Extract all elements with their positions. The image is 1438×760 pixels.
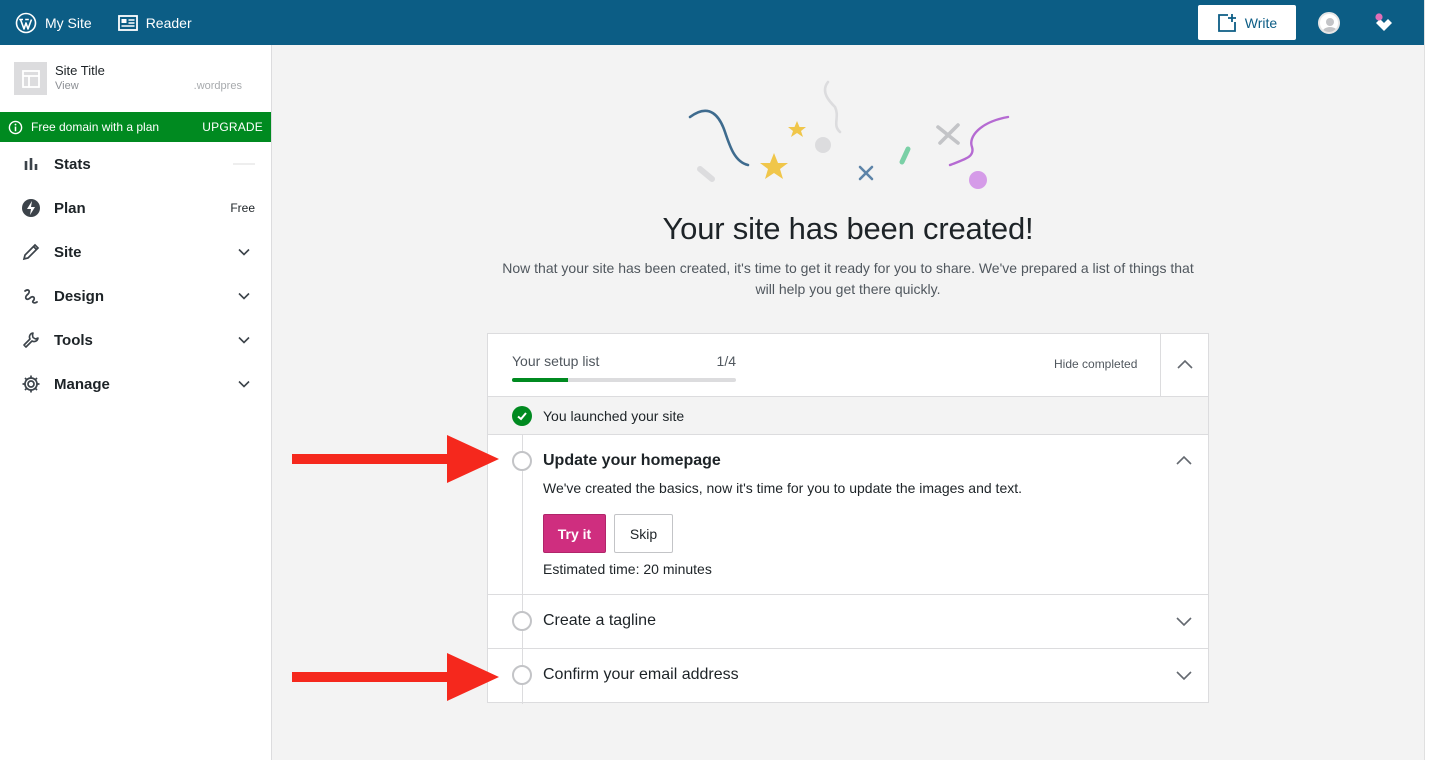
site-url: .wordpres — [193, 80, 242, 92]
task-title: Confirm your email address — [543, 666, 739, 683]
sidebar-item-label: Design — [54, 287, 105, 305]
chevron-down-icon — [235, 243, 253, 261]
plan-icon — [20, 197, 42, 219]
task-status-icon — [512, 611, 532, 631]
progress-summary: Your setup list 1/4 — [512, 353, 736, 382]
design-icon — [20, 285, 42, 307]
plan-badge: Free — [230, 201, 255, 215]
site-card[interactable]: Site Title View .wordpres — [0, 45, 271, 112]
info-icon — [8, 120, 23, 134]
sidebar-item-label: Manage — [54, 375, 110, 393]
progress-count: 1/4 — [716, 353, 736, 369]
sidebar-item-manage[interactable]: Manage — [0, 362, 271, 406]
masterbar: My Site Reader Write — [0, 0, 1424, 45]
sidebar-item-label: Tools — [54, 331, 93, 349]
progress-bar-fill — [512, 378, 568, 382]
chevron-down-icon — [1174, 665, 1194, 685]
write-label: Write — [1244, 14, 1278, 31]
annotation-arrow — [292, 435, 499, 483]
pencil-icon — [20, 241, 42, 263]
wrench-icon — [20, 329, 42, 351]
task-confirm-email[interactable]: Confirm your email address — [488, 649, 1208, 703]
reader-button[interactable]: Reader — [106, 0, 206, 45]
write-icon — [1217, 13, 1236, 32]
progress-bar — [512, 378, 736, 382]
skip-button[interactable]: Skip — [614, 514, 673, 553]
wordpress-logo-icon — [15, 12, 37, 33]
sidebar-item-plan[interactable]: Plan Free — [0, 186, 271, 230]
reader-icon — [117, 14, 138, 31]
chevron-down-icon — [235, 287, 253, 305]
sidebar-item-label: Plan — [54, 199, 86, 217]
task-create-tagline[interactable]: Create a tagline — [488, 595, 1208, 649]
try-it-button[interactable]: Try it — [543, 514, 606, 553]
page-subtitle: Now that your site has been created, it'… — [502, 260, 1194, 297]
annotation-arrow — [292, 653, 499, 701]
my-site-button[interactable]: My Site — [0, 0, 106, 45]
task-update-homepage: Update your homepage We've created the b… — [488, 435, 1208, 595]
site-icon — [14, 62, 47, 95]
collapse-checklist-button[interactable] — [1160, 334, 1208, 396]
sidebar-item-label: Site — [54, 243, 82, 261]
hide-completed-button[interactable]: Hide completed — [1054, 357, 1137, 371]
task-status-icon — [512, 665, 532, 685]
completed-task-label: You launched your site — [543, 407, 685, 424]
task-status-icon — [512, 451, 532, 471]
setup-checklist: Your setup list 1/4 Hide completed You l… — [487, 333, 1209, 704]
user-avatar-icon[interactable] — [1318, 11, 1340, 34]
site-view-link[interactable]: View — [55, 79, 79, 93]
upgrade-link[interactable]: UPGRADE — [202, 120, 263, 134]
sidebar-item-design[interactable]: Design — [0, 274, 271, 318]
chevron-down-icon — [1174, 611, 1194, 631]
confetti-illustration — [688, 80, 1010, 189]
task-title[interactable]: Update your homepage — [543, 452, 721, 470]
chevron-down-icon — [235, 331, 253, 349]
site-title: Site Title — [55, 63, 105, 78]
chevron-up-icon — [1176, 359, 1193, 369]
reader-label: Reader — [145, 14, 192, 31]
task-title: Create a tagline — [543, 612, 656, 629]
chevron-up-icon[interactable] — [1174, 451, 1194, 471]
stats-sparkline — [233, 163, 255, 165]
checklist-header: Your setup list 1/4 Hide completed — [488, 334, 1208, 397]
free-domain-text: Free domain with a plan — [31, 120, 160, 134]
sidebar-item-tools[interactable]: Tools — [0, 318, 271, 362]
sidebar: Site Title View .wordpres Free domain wi… — [0, 45, 272, 760]
completed-task-row[interactable]: You launched your site — [488, 397, 1208, 435]
my-site-label: My Site — [45, 14, 92, 31]
sidebar-item-label: Stats — [54, 155, 91, 173]
free-domain-banner[interactable]: Free domain with a plan UPGRADE — [0, 112, 271, 142]
sidebar-item-site[interactable]: Site — [0, 230, 271, 274]
gear-icon — [20, 373, 42, 395]
checkmark-icon — [512, 406, 532, 426]
task-description: We've created the basics, now it's time … — [543, 480, 1023, 496]
sidebar-item-stats[interactable]: Stats — [0, 142, 271, 186]
notifications-icon[interactable] — [1372, 11, 1396, 35]
stats-icon — [20, 153, 42, 175]
write-button[interactable]: Write — [1198, 5, 1296, 40]
setup-list-title: Your setup list — [512, 353, 600, 369]
page-title: Your site has been created! — [662, 211, 1034, 246]
window-edge — [1424, 0, 1438, 760]
chevron-down-icon — [235, 375, 253, 393]
estimated-time: Estimated time: 20 minutes — [543, 561, 712, 577]
